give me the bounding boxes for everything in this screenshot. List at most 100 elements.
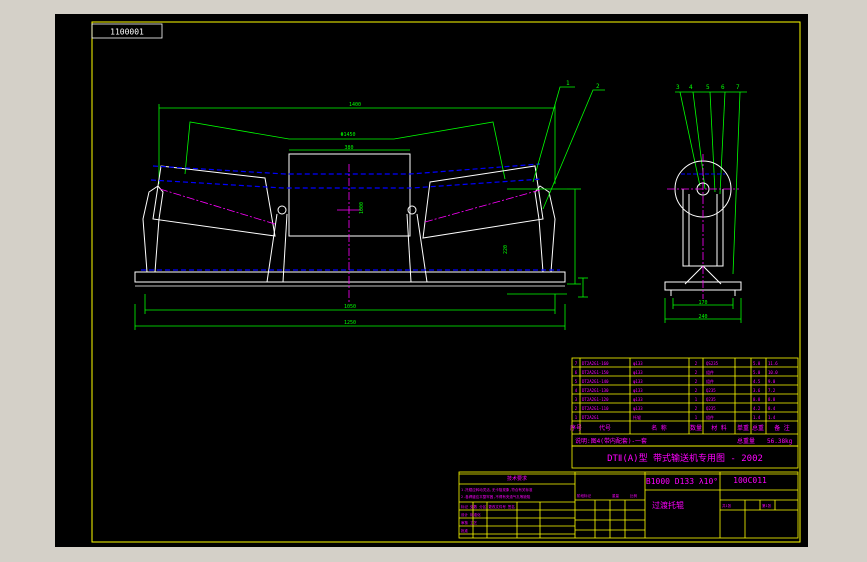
bom-header-7: 备 注 (774, 424, 790, 432)
svg-text:φ133: φ133 (633, 361, 643, 366)
bom-header-2: 名 称 (651, 424, 667, 432)
svg-text:4: 4 (575, 388, 578, 393)
svg-text:Q235: Q235 (706, 406, 716, 411)
svg-text:240: 240 (698, 314, 707, 320)
balloon-leaders-front (532, 86, 605, 210)
svg-text:1.4: 1.4 (768, 415, 776, 420)
svg-text:组件: 组件 (706, 369, 714, 375)
belt-hidden-lines (141, 163, 560, 271)
svg-text:3.6: 3.6 (753, 388, 761, 393)
balloon-4: 4 (689, 84, 693, 91)
svg-text:φ133: φ133 (633, 379, 643, 384)
svg-text:170: 170 (698, 300, 707, 306)
part-name: 过渡托辊 (652, 500, 684, 510)
svg-text:说明:图4(带内配套)-一套: 说明:图4(带内配套)-一套 (575, 437, 647, 445)
svg-text:220: 220 (503, 245, 509, 254)
svg-text:2: 2 (695, 361, 698, 366)
svg-text:Q235: Q235 (706, 397, 716, 402)
svg-text:比例: 比例 (630, 493, 638, 498)
drawing-sheet: 1100001 1400 Φ1450 380 1050 1250 220 100… (55, 14, 808, 547)
svg-text:4.5: 4.5 (753, 379, 761, 384)
svg-text:2: 2 (695, 388, 698, 393)
svg-text:10.0: 10.0 (768, 370, 778, 375)
svg-text:8.4: 8.4 (768, 406, 776, 411)
svg-text:1: 1 (695, 397, 698, 402)
svg-text:2.各焊缝应平整牢固,不得有夹渣气孔等缺陷: 2.各焊缝应平整牢固,不得有夹渣气孔等缺陷 (461, 494, 531, 499)
svg-text:1050: 1050 (344, 304, 356, 310)
balloon-5: 5 (706, 84, 710, 91)
total-weight-label: 总重量 (737, 437, 755, 445)
base-beam (134, 271, 566, 283)
svg-text:1250: 1250 (344, 320, 356, 326)
center-roller (288, 153, 411, 237)
title-block: DTⅡ(A)型 带式输送机专用图 - 2002 B1000 D133 λ10° … (458, 445, 799, 539)
svg-text:11.6: 11.6 (768, 361, 778, 366)
front-view: 1400 Φ1450 380 1050 1250 220 1000 1 2 (134, 80, 605, 330)
right-roller (422, 165, 544, 239)
svg-text:5.8: 5.8 (753, 361, 761, 366)
balloon-6: 6 (721, 84, 725, 91)
svg-text:1: 1 (695, 415, 698, 420)
svg-text:组件: 组件 (706, 414, 714, 420)
svg-text:φ133: φ133 (633, 370, 643, 375)
bom-header-5: 单重 (737, 424, 749, 432)
svg-text:托辊: 托辊 (633, 414, 641, 420)
tech-req-title: 技术要求 (507, 475, 527, 482)
svg-text:DT2A2G1-130: DT2A2G1-130 (582, 388, 609, 393)
svg-text:2: 2 (695, 370, 698, 375)
svg-text:2: 2 (695, 406, 698, 411)
svg-text:Q235: Q235 (706, 388, 716, 393)
svg-text:φ133: φ133 (633, 397, 643, 402)
inner-supports (266, 205, 428, 283)
bom-header-0: 序号 (570, 424, 582, 432)
svg-text:380: 380 (344, 145, 353, 151)
svg-text:标记 处数 分区 更改文件号 签名: 标记 处数 分区 更改文件号 签名 (461, 504, 515, 509)
balloon-7: 7 (736, 84, 740, 91)
center-lines (159, 164, 541, 304)
svg-text:共1张: 共1张 (722, 503, 732, 508)
svg-text:1.4: 1.4 (753, 415, 761, 420)
svg-text:DT2A2G1-150: DT2A2G1-150 (582, 370, 609, 375)
left-roller (152, 165, 276, 237)
svg-text:φ133: φ133 (633, 406, 643, 411)
cad-drawing: 1100001 1400 Φ1450 380 1050 1250 220 100… (91, 21, 801, 543)
balloon-3: 3 (676, 84, 680, 91)
svg-text:1: 1 (575, 415, 578, 420)
code-box-text: 1100001 (110, 28, 144, 37)
svg-text:9.0: 9.0 (768, 379, 776, 384)
svg-text:DT2A2G1-160: DT2A2G1-160 (582, 361, 609, 366)
balloon-2: 2 (596, 83, 600, 90)
right-bracket (534, 185, 556, 273)
svg-text:Φ1450: Φ1450 (340, 132, 355, 138)
balloon-1: 1 (566, 80, 570, 87)
svg-text:8.8: 8.8 (768, 397, 776, 402)
svg-text:DT2A2G1-140: DT2A2G1-140 (582, 379, 609, 384)
svg-text:1000: 1000 (359, 202, 365, 214)
svg-text:阶段标记: 阶段标记 (577, 493, 591, 498)
bom-header-1: 代号 (599, 424, 611, 432)
svg-text:1400: 1400 (349, 102, 361, 108)
svg-text:批准: 批准 (461, 528, 469, 533)
svg-text:2: 2 (575, 406, 578, 411)
svg-text:4.2: 4.2 (753, 406, 761, 411)
svg-text:5.0: 5.0 (753, 370, 761, 375)
svg-text:设计 标准化: 设计 标准化 (461, 512, 481, 517)
svg-text:审核 工艺: 审核 工艺 (461, 520, 478, 525)
bom-table: DT2A2G1-160 φ133 QS235 5.8 11.6 DT2A2G1-150 φ… (570, 357, 799, 447)
bom-header-3: 数量 (690, 424, 702, 432)
svg-text:重量: 重量 (612, 493, 620, 498)
series-title: DTⅡ(A)型 带式输送机专用图 - 2002 (607, 452, 763, 464)
spec-text: B1000 D133 λ10° (646, 477, 718, 486)
bom-header-6: 总重 (752, 424, 764, 432)
svg-text:7: 7 (575, 361, 578, 366)
total-weight-value: 56.38kg (767, 438, 793, 445)
svg-text:DT2A2G1: DT2A2G1 (582, 415, 599, 420)
svg-text:8.8: 8.8 (753, 397, 761, 402)
bom-header-4: 材 料 (711, 424, 727, 432)
left-bracket (142, 185, 164, 273)
svg-text:2: 2 (695, 379, 698, 384)
height-dimensions (507, 188, 588, 298)
svg-text:7.2: 7.2 (768, 388, 776, 393)
svg-text:3: 3 (575, 397, 578, 402)
svg-text:第1张: 第1张 (762, 503, 772, 508)
